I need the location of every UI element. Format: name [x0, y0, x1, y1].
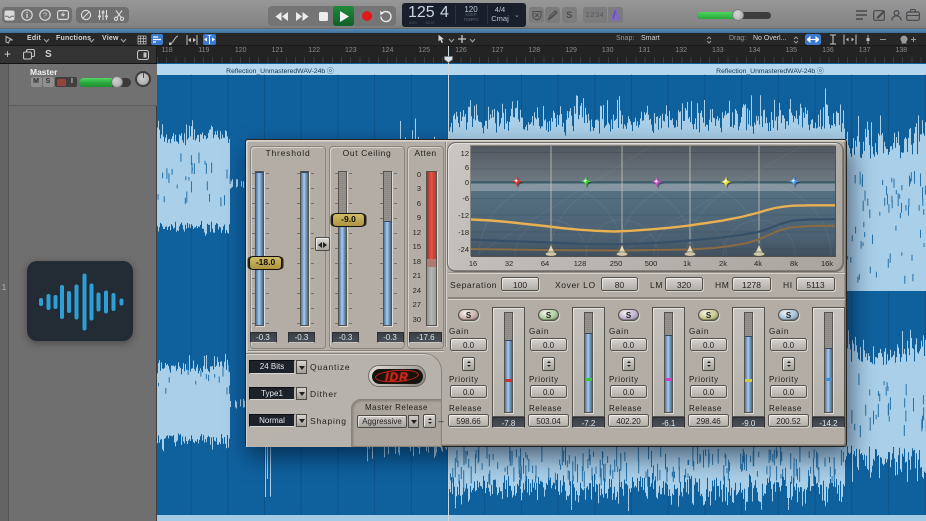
- svg-text:?: ?: [43, 11, 47, 20]
